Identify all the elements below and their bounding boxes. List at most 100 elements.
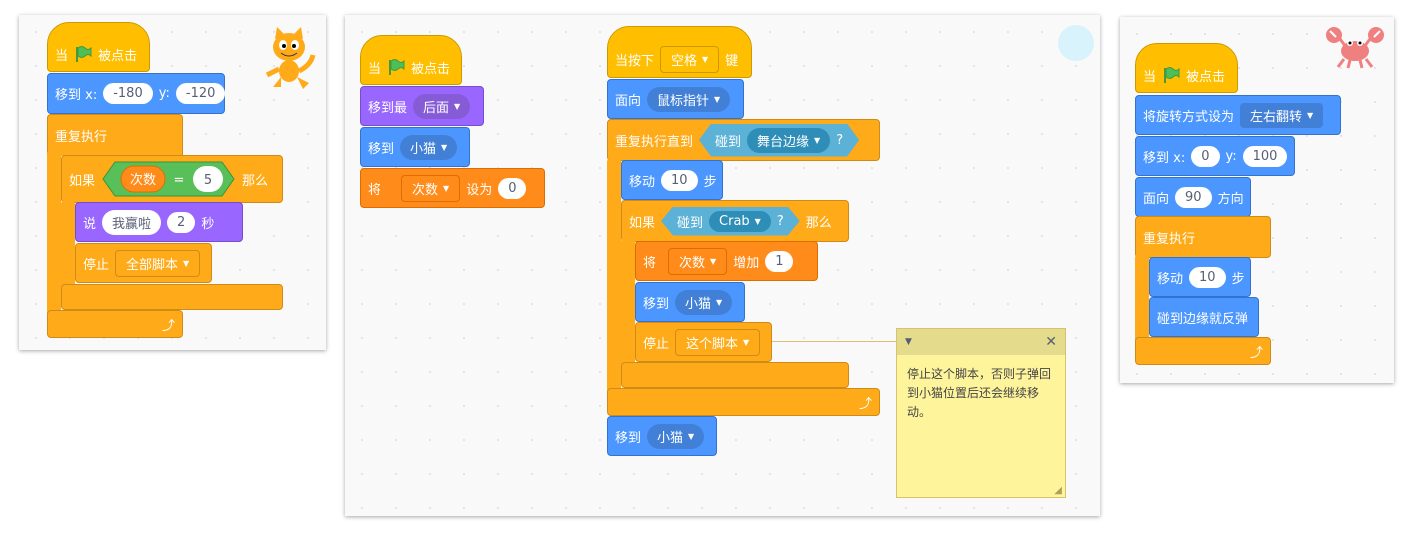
block-label: 秒: [201, 216, 215, 232]
move-steps-block[interactable]: 移动 10 步: [621, 160, 723, 200]
forever-block[interactable]: 重复执行: [1135, 216, 1271, 258]
go-to-block[interactable]: 移到 小猫 ▼: [635, 282, 745, 322]
dropdown-caret-icon: ▼: [710, 256, 717, 266]
forever-block-bottom: ⤴: [1135, 337, 1271, 365]
block-label: 重复执行: [55, 130, 108, 145]
set-value-input[interactable]: 0: [498, 177, 527, 199]
key-dropdown[interactable]: 空格 ▼: [660, 45, 720, 73]
steps-input[interactable]: 10: [661, 169, 698, 191]
point-in-direction-block[interactable]: 面向 90 方向: [1135, 177, 1251, 217]
go-to-xy-block[interactable]: 移到 x: -180 y: -120: [47, 73, 226, 114]
collapse-icon[interactable]: ▼: [905, 337, 912, 347]
go-to-layer-block[interactable]: 移到最 后面 ▼: [360, 86, 484, 126]
when-flag-clicked-block[interactable]: 当 被点击: [47, 22, 150, 72]
move-steps-block[interactable]: 移动 10 步: [1149, 257, 1251, 297]
equals-operator[interactable]: 次数 = 5: [101, 160, 236, 198]
change-variable-block[interactable]: 将 次数 ▼ 增加 1: [635, 241, 818, 281]
y-input[interactable]: 100: [1242, 145, 1288, 167]
touching-target-dropdown[interactable]: 舞台边缘 ▼: [747, 128, 830, 153]
comment-note[interactable]: ▼ ✕ 停止这个脚本，否则子弹回到小猫位置后还会继续移动。 ◢: [896, 328, 1066, 498]
dropdown-caret-icon: ▼: [716, 297, 723, 307]
forever-block[interactable]: 重复执行: [47, 114, 183, 156]
x-input[interactable]: -180: [103, 83, 153, 104]
touching-sensing-block[interactable]: 碰到 舞台边缘 ▼ ?: [699, 124, 859, 157]
layer-dropdown[interactable]: 后面 ▼: [413, 93, 471, 119]
direction-input[interactable]: 90: [1175, 186, 1212, 208]
block-label: 当: [55, 48, 69, 64]
goto-target-dropdown[interactable]: 小猫 ▼: [647, 423, 705, 449]
steps-input[interactable]: 10: [1189, 266, 1226, 288]
comment-text[interactable]: 停止这个脚本，否则子弹回到小猫位置后还会继续移动。: [897, 355, 1065, 432]
block-label: 步: [703, 174, 717, 190]
block-label: 面向: [1143, 191, 1170, 207]
repeat-until-block[interactable]: 重复执行直到 碰到 舞台边缘 ▼ ?: [607, 119, 880, 161]
touching-sensing-block[interactable]: 碰到 Crab ▼ ?: [661, 207, 800, 236]
when-key-pressed-block[interactable]: 当按下 空格 ▼ 键: [607, 26, 752, 78]
comment-header[interactable]: ▼ ✕: [897, 329, 1065, 355]
forever-block-bottom: ⤴: [47, 310, 183, 338]
block-label: 当: [1143, 69, 1157, 85]
var-reporter[interactable]: 次数: [130, 172, 156, 188]
point-towards-block[interactable]: 面向 鼠标指针 ▼: [607, 79, 744, 119]
if-block[interactable]: 如果 次数 = 5 那么: [61, 155, 283, 203]
green-flag-icon: [1164, 67, 1180, 83]
dropdown-caret-icon: ▼: [441, 142, 448, 152]
block-label: 碰到边缘就反弹: [1157, 311, 1249, 327]
rotation-style-dropdown[interactable]: 左右翻转 ▼: [1240, 102, 1324, 128]
block-label: y:: [1225, 148, 1237, 164]
question-mark: ?: [776, 213, 784, 229]
block-label: 移到: [368, 141, 395, 157]
say-for-secs-block[interactable]: 说 我赢啦 2 秒: [75, 202, 243, 242]
block-label: 如果: [629, 215, 656, 231]
say-secs-input[interactable]: 2: [167, 211, 196, 233]
when-flag-clicked-block[interactable]: 当 被点击: [1135, 43, 1238, 93]
repeat-until-bottom: ⤴: [607, 388, 880, 416]
dropdown-caret-icon: ▼: [814, 135, 821, 145]
point-target-dropdown[interactable]: 鼠标指针 ▼: [647, 86, 731, 112]
block-label: 步: [1231, 271, 1245, 287]
if-block-bottom: [61, 284, 283, 310]
go-to-xy-block[interactable]: 移到 x: 0 y: 100: [1135, 136, 1295, 176]
block-label: 重复执行: [1143, 231, 1196, 247]
block-label: 将: [643, 255, 657, 271]
x-input[interactable]: 0: [1191, 145, 1220, 167]
dropdown-caret-icon: ▼: [743, 337, 750, 347]
dropdown-caret-icon: ▼: [688, 431, 695, 441]
block-label: 方向: [1217, 191, 1244, 207]
change-value-input[interactable]: 1: [765, 250, 794, 272]
block-label: 面向: [615, 93, 642, 109]
block-label: 移到 x:: [1143, 150, 1186, 166]
goto-target-dropdown[interactable]: 小猫 ▼: [400, 134, 458, 160]
goto-target-dropdown[interactable]: 小猫 ▼: [675, 289, 733, 315]
variable-dropdown[interactable]: 次数 ▼: [401, 174, 461, 202]
block-label: 当: [368, 61, 382, 77]
set-variable-block[interactable]: 将 次数 ▼ 设为 0: [360, 168, 545, 208]
block-label: 那么: [805, 215, 832, 231]
go-to-block[interactable]: 移到 小猫 ▼: [607, 416, 717, 456]
touching-target-dropdown[interactable]: Crab ▼: [709, 211, 771, 232]
block-label: 那么: [242, 173, 269, 189]
if-block[interactable]: 如果 碰到 Crab ▼ ? 那么: [621, 200, 849, 242]
repeat-until-arm: [607, 158, 621, 398]
stop-option-dropdown[interactable]: 全部脚本 ▼: [115, 249, 201, 277]
dropdown-caret-icon: ▼: [443, 183, 450, 193]
block-label: 移动: [1157, 271, 1184, 287]
value-input[interactable]: 5: [204, 173, 212, 188]
resize-handle-icon[interactable]: ◢: [1054, 485, 1062, 496]
when-flag-clicked-block[interactable]: 当 被点击: [360, 35, 462, 85]
set-rotation-style-block[interactable]: 将旋转方式设为 左右翻转 ▼: [1135, 95, 1341, 135]
close-icon[interactable]: ✕: [1045, 334, 1057, 350]
stop-option-dropdown[interactable]: 这个脚本 ▼: [675, 328, 761, 356]
stop-block[interactable]: 停止 这个脚本 ▼: [635, 322, 772, 362]
bounce-on-edge-block[interactable]: 碰到边缘就反弹: [1149, 297, 1259, 337]
y-input[interactable]: -120: [175, 83, 226, 104]
block-label: 停止: [643, 336, 670, 352]
dropdown-caret-icon: ▼: [702, 54, 709, 64]
go-to-block[interactable]: 移到 小猫 ▼: [360, 127, 470, 167]
block-label: 被点击: [98, 48, 138, 64]
block-label: 重复执行直到: [615, 134, 694, 150]
variable-dropdown[interactable]: 次数 ▼: [668, 247, 728, 275]
cat-sprite-icon: [265, 27, 316, 89]
stop-block[interactable]: 停止 全部脚本 ▼: [75, 243, 212, 283]
say-text-input[interactable]: 我赢啦: [102, 209, 162, 235]
